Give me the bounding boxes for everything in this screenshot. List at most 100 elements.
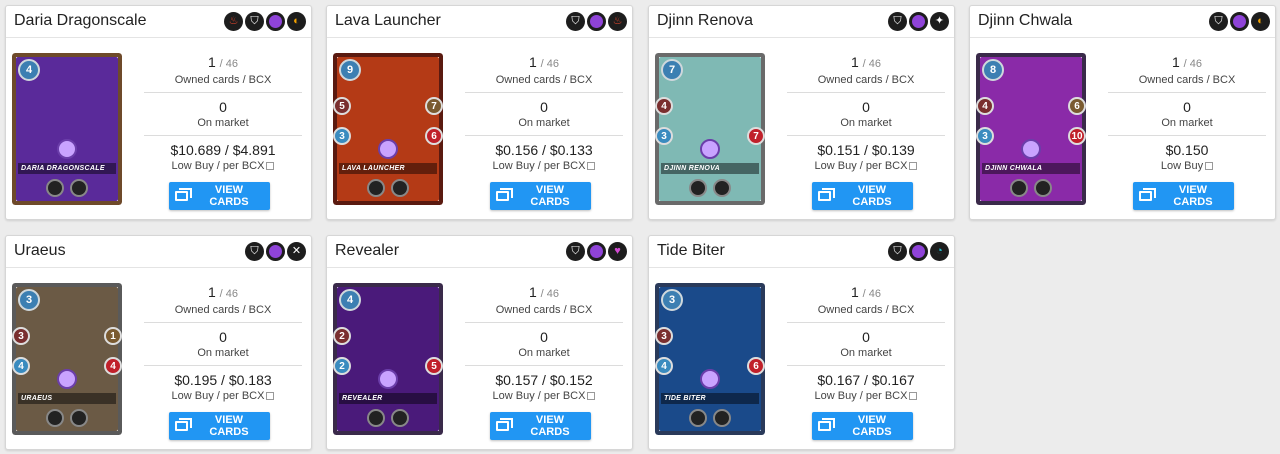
- price-label: Low Buy / per BCX: [492, 160, 586, 172]
- card-name[interactable]: Uraeus: [14, 242, 66, 260]
- view-cards-button[interactable]: VIEW CARDS: [169, 182, 270, 210]
- speed-stat: 3: [655, 127, 673, 145]
- ability-icon: [689, 179, 707, 197]
- external-link-icon[interactable]: [266, 162, 275, 171]
- ability-icon: [713, 179, 731, 197]
- external-link-icon[interactable]: [909, 392, 918, 401]
- divider: [787, 92, 945, 93]
- card-badges: ⛉ ◔: [888, 242, 949, 261]
- external-link-icon[interactable]: [909, 162, 918, 171]
- divider: [1108, 135, 1266, 136]
- health-stat: 4: [104, 357, 122, 375]
- owned-count: 1: [850, 284, 859, 300]
- card-tile: Lava Launcher ⛉ ♨ 9 5 3 7 6 LAVA LAUNCHER…: [326, 5, 633, 220]
- owned-total: / 46: [219, 58, 239, 70]
- mana-cost: 9: [339, 59, 361, 81]
- ability-orb: [378, 369, 398, 389]
- owned-total: / 46: [862, 288, 882, 300]
- view-cards-button[interactable]: VIEW CARDS: [1133, 182, 1234, 210]
- health-stat: 10: [1068, 127, 1086, 145]
- market-block: 0 On market: [465, 328, 623, 360]
- mana-cost: 4: [18, 59, 40, 81]
- view-cards-button[interactable]: VIEW CARDS: [812, 182, 913, 210]
- view-cards-label: VIEW CARDS: [530, 414, 570, 438]
- attack-stat: 5: [333, 97, 351, 115]
- cards-icon: [1139, 188, 1156, 201]
- card-tile: Tide Biter ⛉ ◔ 3 3 4 6 TIDE BITER 1 / 46 …: [648, 235, 955, 450]
- price-value: $10.689 / $4.891: [170, 142, 276, 158]
- card-tile: Uraeus ⛉ ✕ 3 3 4 1 4 URAEUS 1 / 46 Owned …: [5, 235, 312, 450]
- owned-label: Owned cards / BCX: [817, 304, 915, 316]
- market-block: 0 On market: [1108, 98, 1266, 130]
- owned-label: Owned cards / BCX: [495, 304, 593, 316]
- card-tile: Revealer ⛉ ♥ 4 2 2 5 REVEALER 1 / 46 Owne…: [326, 235, 633, 450]
- view-cards-button[interactable]: VIEW CARDS: [812, 412, 913, 440]
- divider: [465, 135, 623, 136]
- card-badges: ⛉ ♨: [566, 12, 627, 31]
- purple-icon: [909, 242, 928, 261]
- armor-stat: 1: [104, 327, 122, 345]
- health-stat: 6: [747, 357, 765, 375]
- card-tile: Djinn Renova ⛉ ✦ 7 4 3 7 DJINN RENOVA 1 /…: [648, 5, 955, 220]
- card-header: Tide Biter ⛉ ◔: [649, 236, 954, 268]
- armor-stat: 6: [1068, 97, 1086, 115]
- divider: [144, 322, 302, 323]
- neutral-icon: ⛉: [245, 242, 264, 261]
- speed-stat: 3: [976, 127, 994, 145]
- owned-total: / 46: [540, 288, 560, 300]
- cross-icon: ✕: [287, 242, 306, 261]
- card-name[interactable]: Tide Biter: [657, 242, 725, 260]
- card-name[interactable]: Djinn Renova: [657, 12, 753, 30]
- market-block: 0 On market: [787, 328, 945, 360]
- market-count: 0: [219, 99, 227, 115]
- card-art-name: DJINN RENOVA: [661, 163, 759, 174]
- card-image[interactable]: 8 4 3 6 10 DJINN CHWALA: [976, 53, 1086, 205]
- cards-icon: [175, 418, 192, 431]
- card-name[interactable]: Revealer: [335, 242, 399, 260]
- divider: [465, 92, 623, 93]
- card-badges: ⛉ ♥: [566, 242, 627, 261]
- card-image[interactable]: 3 3 4 1 4 URAEUS: [12, 283, 122, 435]
- ability-icon: [70, 179, 88, 197]
- purple-icon: [266, 242, 285, 261]
- card-name[interactable]: Lava Launcher: [335, 12, 441, 30]
- cards-icon: [818, 418, 835, 431]
- card-image[interactable]: 7 4 3 7 DJINN RENOVA: [655, 53, 765, 205]
- external-link-icon[interactable]: [266, 392, 275, 401]
- card-image[interactable]: 4 2 2 5 REVEALER: [333, 283, 443, 435]
- external-link-icon[interactable]: [587, 162, 596, 171]
- mana-cost: 4: [339, 289, 361, 311]
- ability-icon: [367, 179, 385, 197]
- ability-icon: [391, 179, 409, 197]
- owned-total: / 46: [219, 288, 239, 300]
- card-image[interactable]: 4 DARIA DRAGONSCALE: [12, 53, 122, 205]
- view-cards-button[interactable]: VIEW CARDS: [490, 182, 591, 210]
- market-block: 0 On market: [144, 98, 302, 130]
- card-image[interactable]: 3 3 4 6 TIDE BITER: [655, 283, 765, 435]
- external-link-icon[interactable]: [1205, 162, 1214, 171]
- card-header: Djinn Chwala ⛉ ◐: [970, 6, 1275, 38]
- heart-icon: ♥: [608, 242, 627, 261]
- card-art-name: LAVA LAUNCHER: [339, 163, 437, 174]
- price-block: $0.167 / $0.167 Low Buy / per BCX: [787, 371, 945, 403]
- card-badges: ⛉ ◐: [1209, 12, 1270, 31]
- divider: [144, 365, 302, 366]
- owned-block: 1 / 46 Owned cards / BCX: [465, 283, 623, 317]
- card-name[interactable]: Djinn Chwala: [978, 12, 1072, 30]
- attack-stat: 3: [655, 327, 673, 345]
- view-cards-button[interactable]: VIEW CARDS: [169, 412, 270, 440]
- speed-stat: 4: [655, 357, 673, 375]
- card-name[interactable]: Daria Dragonscale: [14, 12, 147, 30]
- ability-icon: [689, 409, 707, 427]
- purple-icon: [1230, 12, 1249, 31]
- market-block: 0 On market: [787, 98, 945, 130]
- external-link-icon[interactable]: [587, 392, 596, 401]
- divider: [465, 322, 623, 323]
- neutral-icon: ⛉: [566, 242, 585, 261]
- market-count: 0: [862, 99, 870, 115]
- owned-count: 1: [528, 284, 537, 300]
- card-image[interactable]: 9 5 3 7 6 LAVA LAUNCHER: [333, 53, 443, 205]
- view-cards-button[interactable]: VIEW CARDS: [490, 412, 591, 440]
- neutral-icon: ⛉: [888, 12, 907, 31]
- mana-cost: 3: [661, 289, 683, 311]
